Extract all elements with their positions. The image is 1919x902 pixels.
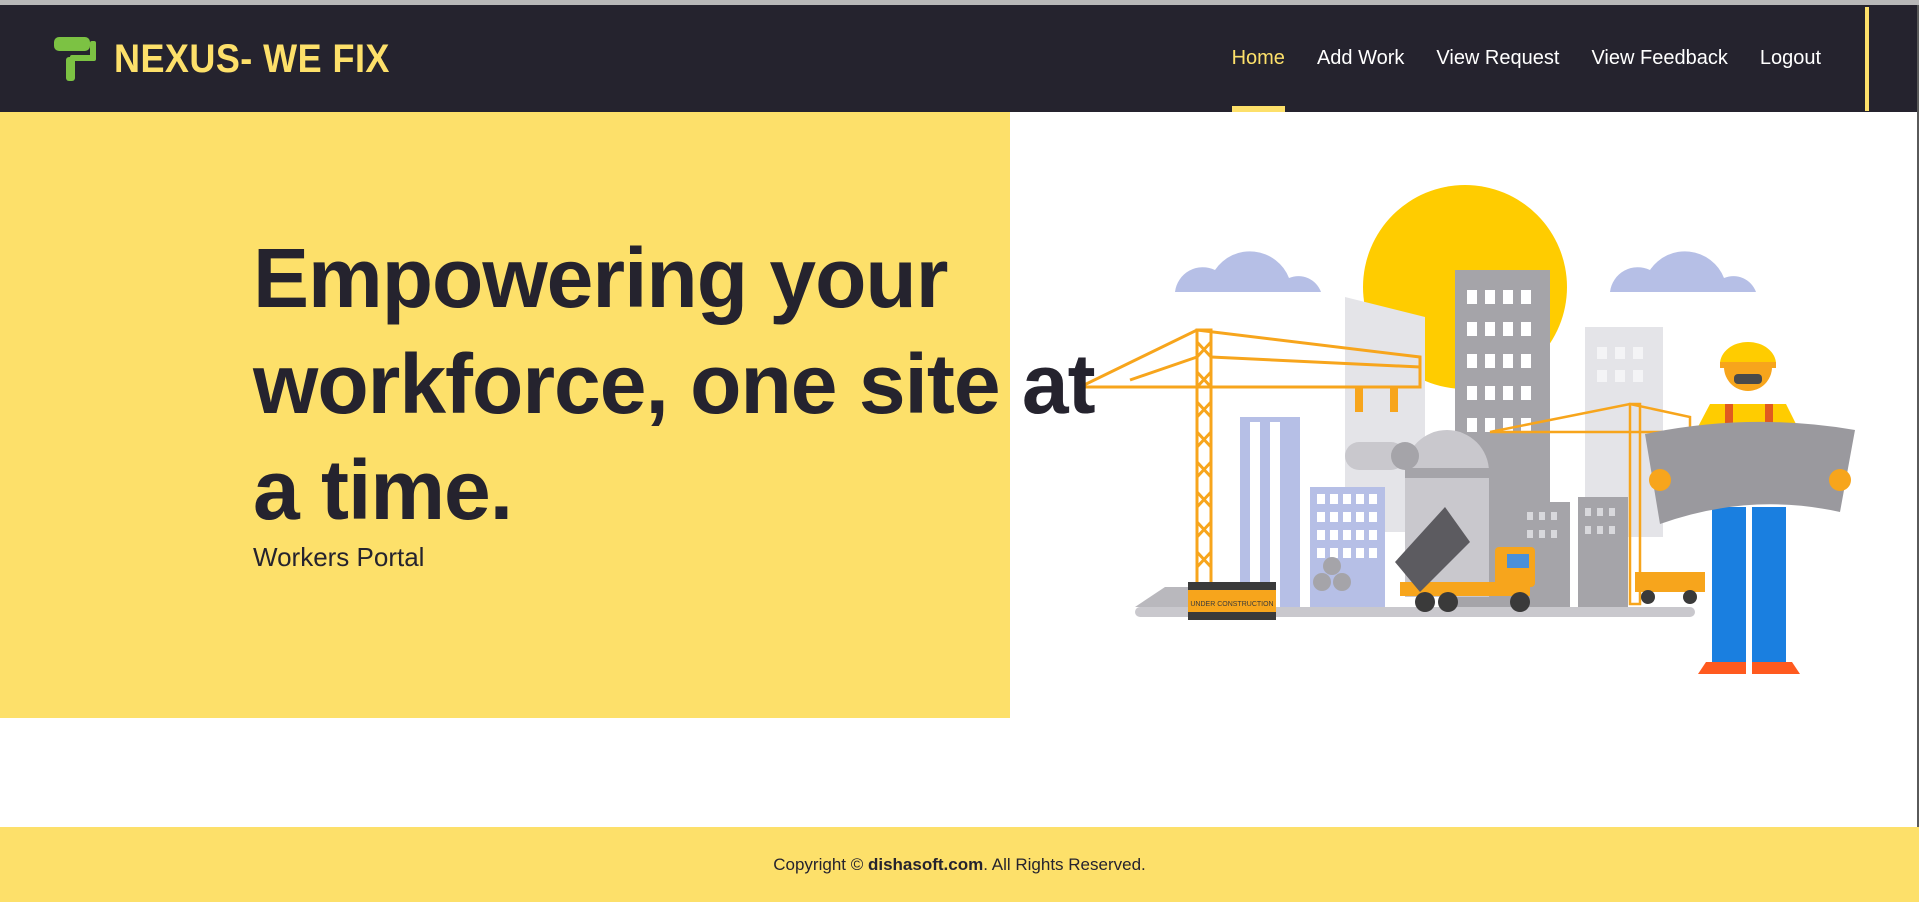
nav-home[interactable]: Home [1216, 5, 1301, 112]
footer-rights: . All Rights Reserved. [983, 854, 1146, 874]
nav-view-request[interactable]: View Request [1420, 5, 1575, 112]
nav-view-feedback[interactable]: View Feedback [1575, 5, 1743, 112]
worker-figure [1645, 342, 1855, 674]
cloud-right [1610, 251, 1756, 292]
footer: Copyright © dishasoft.com. All Rights Re… [0, 827, 1919, 902]
paint-roller-icon [54, 37, 96, 81]
nav-logout[interactable]: Logout [1744, 5, 1837, 112]
hero-title: Empowering your workforce, one site at a… [253, 231, 1096, 537]
cloud-left [1175, 251, 1321, 292]
barrier-sign-text: UNDER CONSTRUCTION [1190, 601, 1273, 608]
nav-add-work[interactable]: Add Work [1301, 5, 1420, 112]
hero-subtitle: Workers Portal [253, 542, 425, 572]
brand-logo[interactable]: NEXUS- WE FIX [50, 35, 421, 83]
main-nav: Home Add Work View Request View Feedback… [1216, 5, 1837, 112]
nav-divider [1865, 7, 1869, 111]
footer-copyright-prefix: Copyright © [773, 854, 864, 874]
brand-name: NEXUS- WE FIX [114, 36, 390, 81]
navbar: NEXUS- WE FIX Home Add Work View Request… [0, 5, 1919, 112]
construction-site-illustration: UNDER CONSTRUCTION [1079, 185, 1855, 674]
small-truck [1635, 572, 1705, 604]
footer-site-link[interactable]: dishasoft.com [868, 855, 983, 875]
hero-section: Empowering your workforce, one site at a… [0, 112, 1919, 718]
